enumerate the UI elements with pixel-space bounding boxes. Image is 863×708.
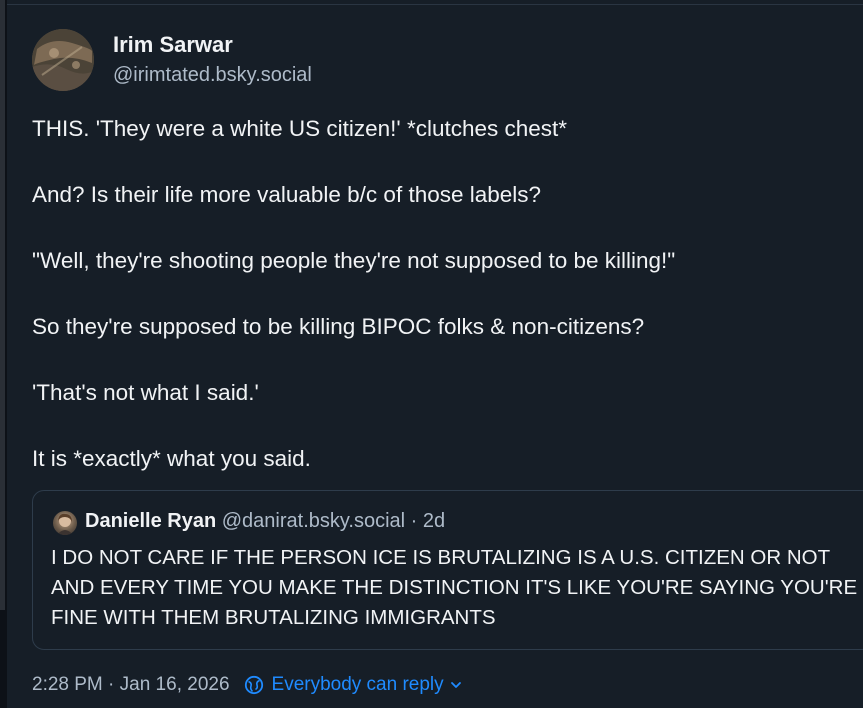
author-display-name[interactable]: Irim Sarwar bbox=[113, 32, 233, 58]
author-avatar[interactable] bbox=[32, 29, 94, 91]
post-paragraph: 'That's not what I said.' bbox=[32, 380, 259, 405]
quoted-author-handle[interactable]: @danirat.bsky.social bbox=[222, 510, 405, 532]
author-handle[interactable]: @irimtated.bsky.social bbox=[113, 64, 312, 87]
post-paragraph: THIS. 'They were a white US citizen!' *c… bbox=[32, 116, 568, 141]
post-timestamp: 2:28 PM · Jan 16, 2026 bbox=[32, 674, 230, 695]
globe-icon bbox=[244, 675, 263, 695]
quoted-post-header: Danielle Ryan @danirat.bsky.social · 2d bbox=[85, 510, 445, 533]
quoted-avatar-image bbox=[57, 513, 73, 535]
side-scrollbar-track bbox=[0, 0, 7, 708]
post-body: THIS. 'They were a white US citizen!' *c… bbox=[32, 112, 852, 508]
side-scrollbar-thumb[interactable] bbox=[0, 0, 5, 610]
post-view: Irim Sarwar @irimtated.bsky.social THIS.… bbox=[0, 0, 863, 708]
post-paragraph: It is *exactly* what you said. bbox=[32, 446, 311, 471]
post-paragraph: "Well, they're shooting people they're n… bbox=[32, 248, 676, 273]
chevron-down-icon bbox=[450, 682, 461, 688]
post-paragraph: And? Is their life more valuable b/c of … bbox=[32, 182, 542, 207]
top-divider bbox=[7, 0, 863, 5]
reply-setting-label: Everybody can reply bbox=[271, 674, 444, 695]
post-meta: 2:28 PM · Jan 16, 2026 Everybody can rep… bbox=[32, 674, 462, 696]
avatar-image bbox=[32, 29, 94, 91]
quoted-post-card[interactable]: Danielle Ryan @danirat.bsky.social · 2d … bbox=[32, 490, 863, 650]
quoted-post-age: · 2d bbox=[410, 510, 446, 532]
quoted-post-text: I DO NOT CARE IF THE PERSON ICE IS BRUTA… bbox=[51, 546, 858, 629]
post-paragraph: So they're supposed to be killing BIPOC … bbox=[32, 314, 645, 339]
reply-setting-button[interactable]: Everybody can reply bbox=[244, 674, 462, 696]
quoted-author-name[interactable]: Danielle Ryan bbox=[85, 510, 216, 532]
quoted-author-avatar[interactable] bbox=[53, 511, 77, 535]
